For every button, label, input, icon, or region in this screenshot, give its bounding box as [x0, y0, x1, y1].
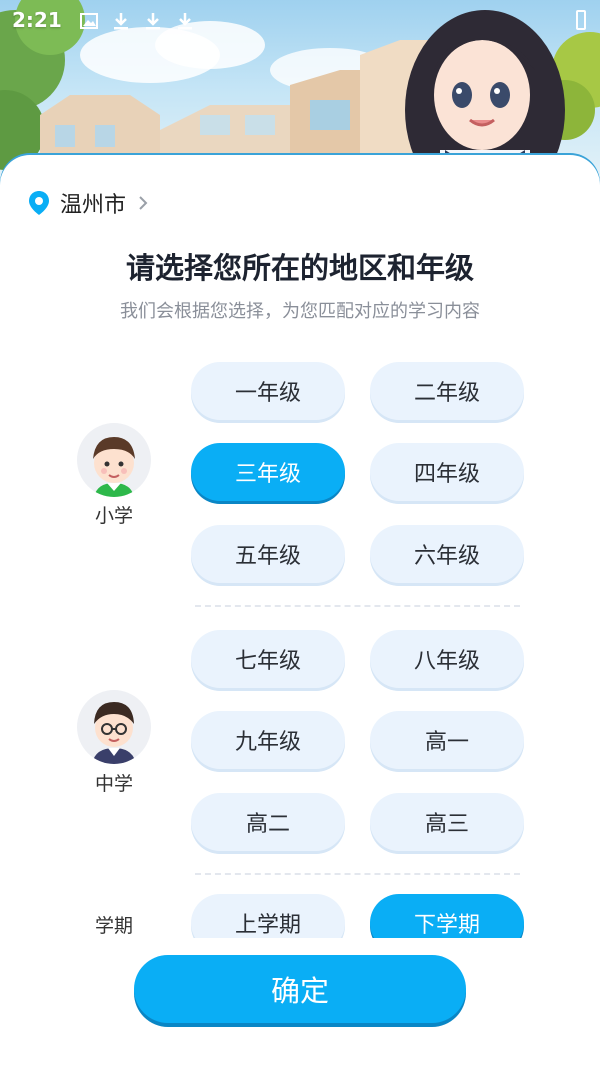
grade-button[interactable]: 七年级 — [191, 630, 345, 688]
battery-icon — [576, 10, 586, 30]
grade-button[interactable]: 一年级 — [191, 362, 345, 420]
status-bar: 2:21 — [0, 0, 600, 40]
semester-label: 学期 — [94, 915, 133, 937]
grade-button[interactable]: 四年级 — [370, 443, 524, 501]
download-icon — [144, 11, 162, 30]
selection-card: 温州市 请选择您所在的地区和年级 我们会根据您选择，为您匹配对应的学习内容 小学… — [0, 155, 600, 1066]
grade-button[interactable]: 二年级 — [370, 362, 524, 420]
section-divider — [195, 873, 520, 875]
gallery-icon — [79, 11, 98, 29]
page-title: 请选择您所在的地区和年级 — [125, 251, 474, 285]
middle-avatar — [77, 690, 151, 764]
grade-button[interactable]: 高二 — [191, 793, 345, 851]
confirm-button[interactable]: 确定 — [134, 955, 466, 1023]
grade-button[interactable]: 五年级 — [191, 525, 345, 583]
location-pin-icon — [29, 191, 49, 215]
section-divider — [195, 605, 520, 607]
grade-button-selected[interactable]: 三年级 — [191, 443, 345, 501]
chevron-right-icon — [139, 196, 148, 210]
primary-label: 小学 — [94, 505, 133, 527]
download-icon — [176, 11, 194, 30]
location-selector[interactable]: 温州市 — [28, 187, 148, 219]
grade-button[interactable]: 高一 — [370, 711, 524, 769]
middle-label: 中学 — [94, 773, 133, 795]
primary-avatar — [77, 423, 151, 497]
status-time: 2:21 — [12, 8, 62, 32]
grade-button[interactable]: 八年级 — [370, 630, 524, 688]
grade-button[interactable]: 六年级 — [370, 525, 524, 583]
grade-button[interactable]: 高三 — [370, 793, 524, 851]
download-icon — [112, 11, 130, 30]
page-subtitle: 我们会根据您选择，为您匹配对应的学习内容 — [120, 301, 480, 322]
grade-button[interactable]: 九年级 — [191, 711, 345, 769]
city-name: 温州市 — [60, 193, 127, 218]
